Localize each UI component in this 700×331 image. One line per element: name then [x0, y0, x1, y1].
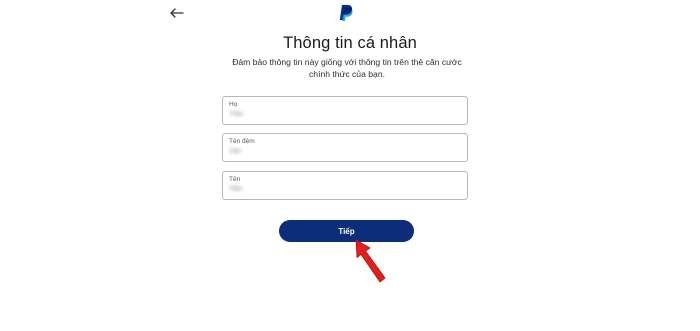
- next-button[interactable]: Tiếp: [279, 220, 414, 242]
- page-title: Thông tin cá nhân: [283, 34, 417, 52]
- field-label: Tên: [229, 176, 241, 183]
- paypal-logo-icon: [339, 5, 353, 21]
- field-label: Tên đệm: [229, 138, 255, 145]
- field-value: Trần: [229, 111, 244, 118]
- arrow-left-icon[interactable]: [168, 4, 186, 22]
- last-name-field[interactable]: Họ Trần: [222, 96, 468, 125]
- field-label: Họ: [229, 101, 238, 108]
- personal-info-page: Thông tin cá nhân Đảm bảo thông tin này …: [0, 0, 700, 331]
- field-value: Tiến: [229, 186, 243, 193]
- first-name-field[interactable]: Tên Tiến: [222, 171, 468, 200]
- page-subtitle: Đảm bảo thông tin này giống với thông ti…: [232, 57, 462, 79]
- field-value: Văn: [229, 148, 242, 155]
- middle-name-field[interactable]: Tên đệm Văn: [222, 133, 468, 162]
- red-arrow-pointer-icon: [355, 239, 386, 283]
